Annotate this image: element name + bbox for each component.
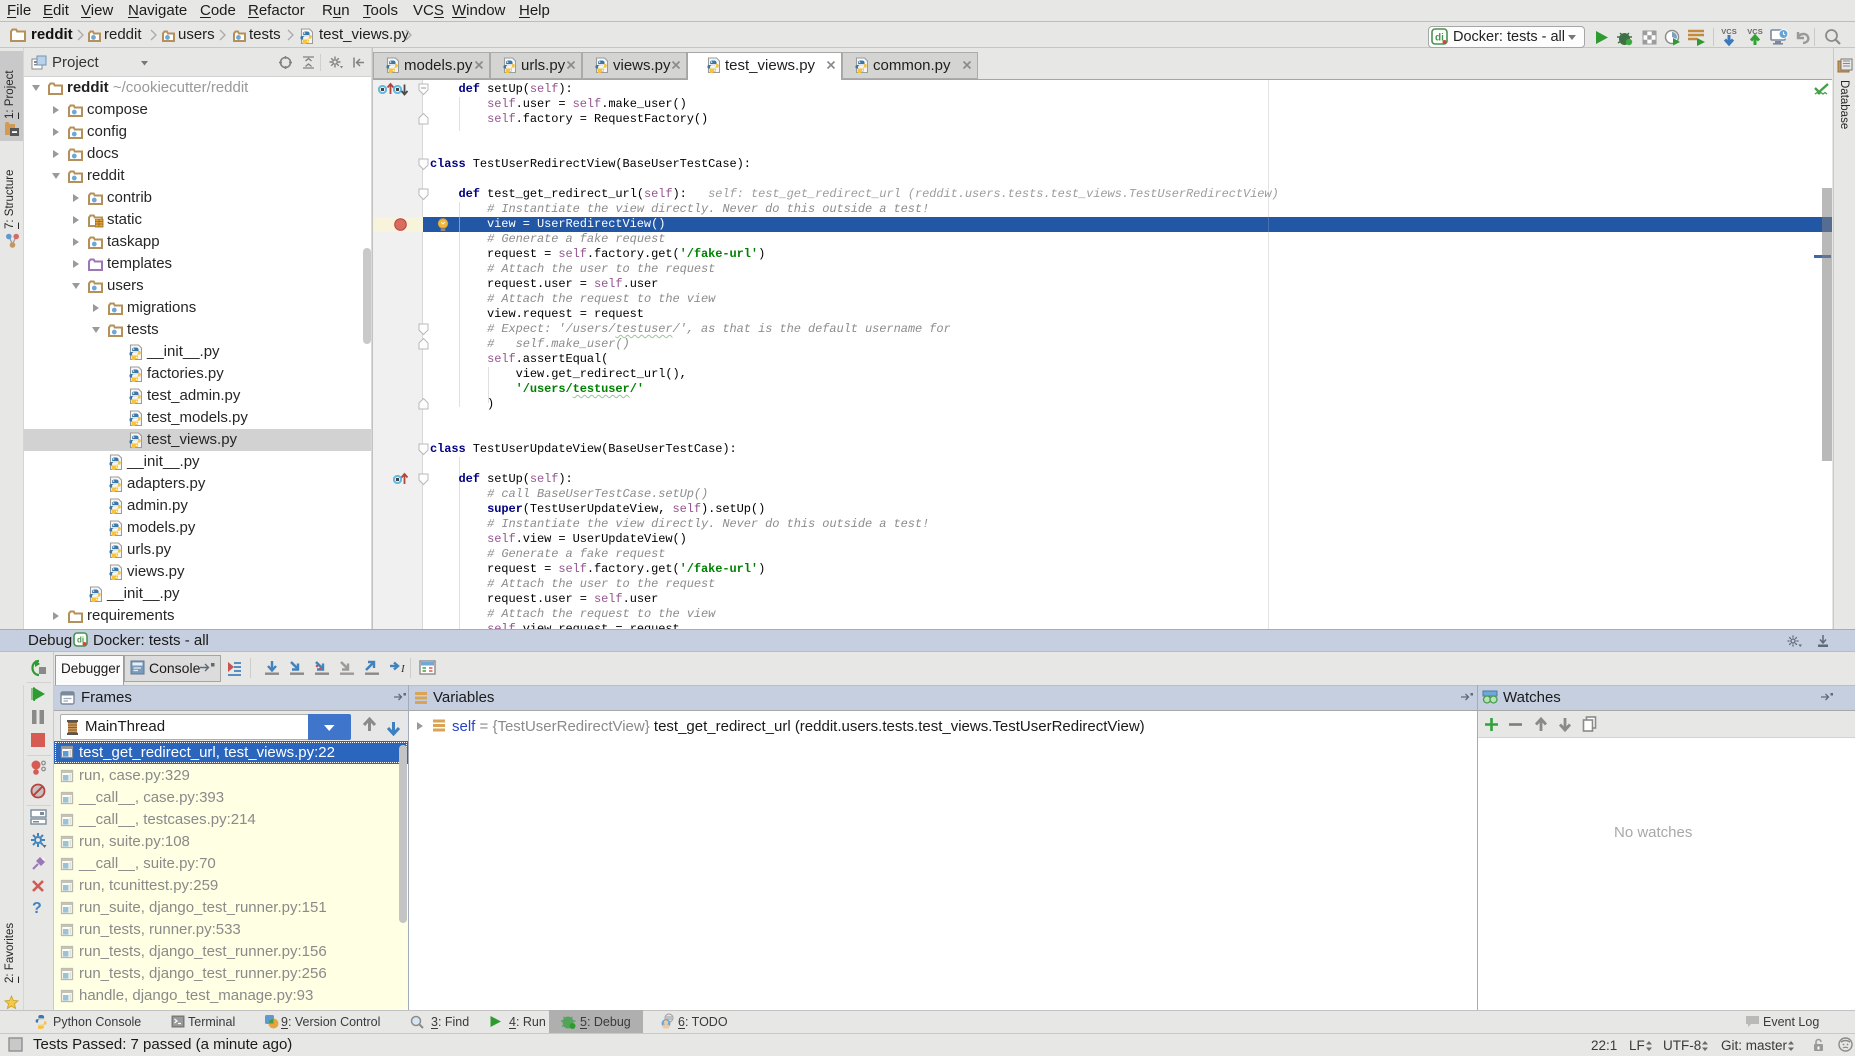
svg-text:I: I: [400, 663, 405, 675]
svg-text:VCS: VCS: [1721, 27, 1736, 36]
